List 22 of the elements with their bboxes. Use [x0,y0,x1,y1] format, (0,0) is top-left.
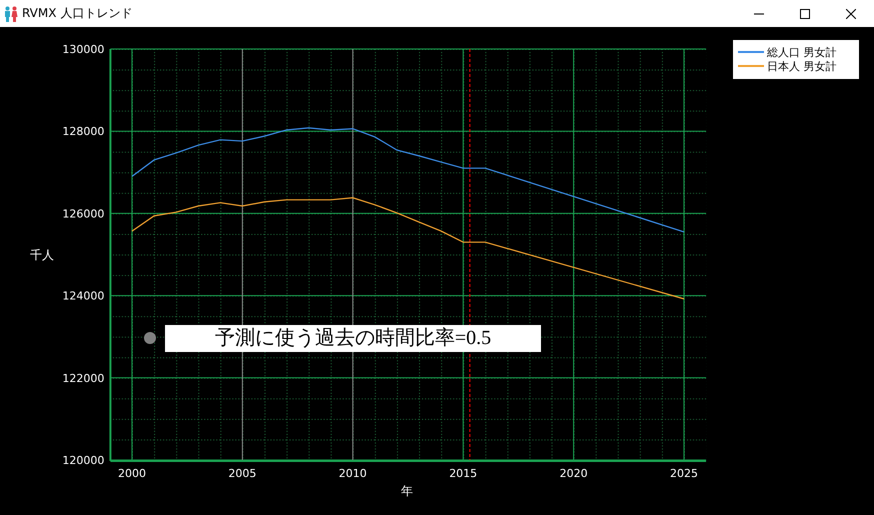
window-title: RVMX 人口トレンド [22,5,134,22]
y-tick-label: 128000 [62,125,104,138]
legend-label: 日本人 男女計 [767,60,836,73]
marker-dot [144,332,156,344]
x-axis-title: 年 [401,484,413,498]
y-tick-label: 126000 [62,207,104,220]
y-tick-label: 130000 [62,43,104,56]
legend-label: 総人口 男女計 [767,46,836,59]
people-icon [4,6,18,22]
x-tick-label: 2015 [449,467,478,480]
y-tick-label: 120000 [62,454,104,467]
x-tick-label: 2000 [118,467,146,480]
close-icon [846,8,856,18]
x-tick-label: 2005 [228,467,256,480]
x-tick-label: 2025 [670,467,698,480]
annotation-label: 予測に使う過去の時間比率=0.5 [165,325,541,352]
x-tick-label: 2020 [560,467,588,480]
y-tick-label: 124000 [62,290,104,303]
y-axis-title: 千人 [30,248,54,262]
maximize-icon [800,8,810,18]
y-tick-label: 122000 [62,372,104,385]
x-tick-label: 2010 [338,467,367,480]
